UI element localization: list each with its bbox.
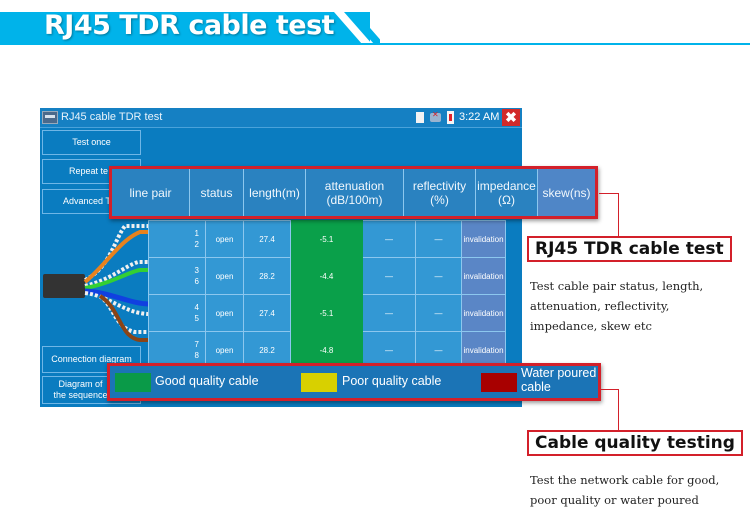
callout-connector: [599, 193, 619, 194]
callout-desc-quality: Test the network cable for good, poor qu…: [530, 473, 720, 507]
cable-jacket: [43, 274, 85, 298]
status-cell: open: [205, 257, 244, 295]
app-title: RJ45 cable TDR test: [61, 111, 163, 123]
length-cell: 28.2: [243, 257, 291, 295]
impedance-cell: invalidation: [461, 257, 506, 295]
attenuation-cell: -4.4: [290, 257, 363, 295]
reflectivity-cell: —: [362, 257, 416, 295]
header-skew: skew(ns): [538, 169, 595, 216]
tdr-results-table: 12 open 27.4 -5.1 — — invalidation 36 op…: [148, 220, 506, 369]
length-cell: 27.4: [243, 220, 291, 258]
app-titlebar: RJ45 cable TDR test 3:22 AM ✖: [40, 108, 522, 128]
banner-title: RJ45 TDR cable test: [44, 10, 335, 41]
banner-underline: [0, 43, 750, 45]
status-cell: open: [205, 294, 244, 332]
header-reflectivity: reflectivity (%): [404, 169, 476, 216]
sd-card-icon: [416, 112, 424, 123]
attenuation-cell: -5.1: [290, 220, 363, 258]
header-line-pair: line pair: [112, 169, 190, 216]
attenuation-cell: -5.1: [290, 294, 363, 332]
good-quality-label: Good quality cable: [155, 374, 259, 388]
battery-charging-icon: [447, 111, 454, 124]
poor-quality-swatch: [301, 373, 337, 392]
header-status: status: [190, 169, 244, 216]
callout-title-quality: Cable quality testing: [527, 430, 743, 456]
header-length: length(m): [244, 169, 306, 216]
cable-quality-legend: Good quality cable Poor quality cable Wa…: [107, 363, 601, 401]
test-once-button[interactable]: Test once: [42, 130, 141, 155]
header-impedance: impedance (Ω): [476, 169, 538, 216]
line-pair-cell: 12: [148, 220, 206, 258]
reflectivity-cell: —: [362, 220, 416, 258]
impedance-cell: invalidation: [461, 220, 506, 258]
line-pair-cell: 36: [148, 257, 206, 295]
callout-desc-tdr: Test cable pair status, length, attenuat…: [530, 279, 704, 333]
table-header-callout: line pair status length(m) attenuation (…: [109, 166, 598, 219]
reflectivity-pct-cell: —: [415, 220, 462, 258]
callout-title-tdr: RJ45 TDR cable test: [527, 236, 732, 262]
status-cell: open: [205, 220, 244, 258]
reflectivity-cell: —: [362, 294, 416, 332]
header-attenuation: attenuation (dB/100m): [306, 169, 404, 216]
callout-connector: [601, 389, 619, 390]
reflectivity-pct-cell: —: [415, 294, 462, 332]
status-time: 3:22 AM: [459, 111, 500, 123]
line-pair-cell: 45: [148, 294, 206, 332]
close-button[interactable]: ✖: [502, 109, 520, 126]
water-poured-swatch: [481, 373, 517, 392]
reflectivity-pct-cell: —: [415, 257, 462, 295]
table-row: 36 open 28.2 -4.4 — — invalidation: [148, 257, 506, 295]
good-quality-swatch: [115, 373, 151, 392]
table-row: 45 open 27.4 -5.1 — — invalidation: [148, 294, 506, 332]
callout-connector: [618, 389, 619, 430]
poor-quality-label: Poor quality cable: [342, 374, 442, 388]
network-disconnected-icon: [430, 110, 441, 122]
table-row: 12 open 27.4 -5.1 — — invalidation: [148, 220, 506, 258]
impedance-cell: invalidation: [461, 294, 506, 332]
app-icon: [42, 111, 58, 124]
callout-connector: [618, 193, 619, 236]
water-poured-label: Water poured cable: [521, 366, 597, 394]
cable-illustration: [43, 224, 151, 342]
length-cell: 27.4: [243, 294, 291, 332]
